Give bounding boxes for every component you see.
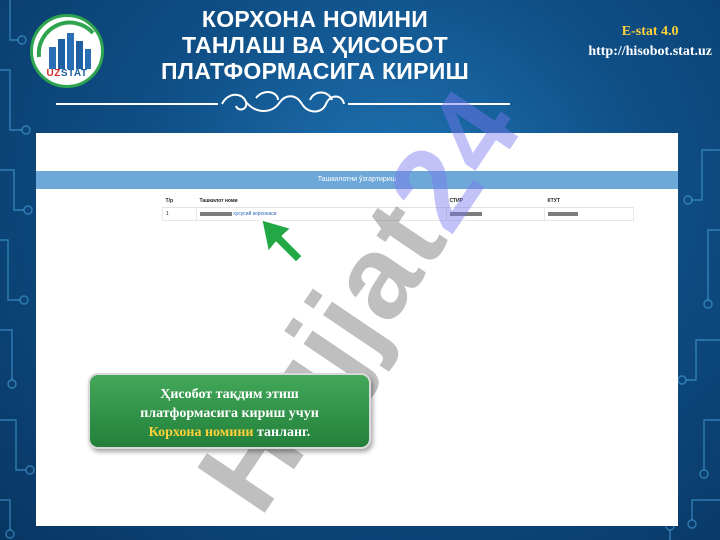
column-header-index: Т/р — [162, 195, 197, 208]
logo-suffix: STAT — [60, 68, 88, 79]
estat-label: E-stat 4.0 http://hisobot.stat.uz — [588, 22, 712, 62]
table-header-row: Т/р Ташкилот номи СТИР КТУТ — [162, 195, 634, 208]
instruction-callout: Ҳисобот тақдим этиш платформасига кириш … — [88, 373, 371, 449]
pointer-arrow-icon — [259, 217, 305, 265]
callout-highlight: Корхона номини — [148, 425, 254, 440]
embedded-screenshot: Ташкилотни ўзгартириш Т/р Ташкилот номи … — [36, 133, 678, 526]
redacted-stir — [450, 211, 482, 216]
organization-table: Т/р Ташкилот номи СТИР КТУТ 1 хусусий ко… — [162, 195, 634, 221]
callout-line-3: Корхона номини танланг. — [90, 423, 369, 442]
logo-prefix: UZ — [46, 68, 61, 79]
callout-line-2: платформасига кириш учун — [140, 406, 319, 421]
slide-title: КОРХОНА НОМИНИ ТАНЛАШ ВА ҲИСОБОТ ПЛАТФОР… — [110, 6, 520, 84]
title-line-3: ПЛАТФОРМАСИГА КИРИШ — [160, 58, 470, 84]
organization-change-header: Ташкилотни ўзгартириш — [36, 171, 678, 189]
table-row[interactable]: 1 хусусий корхонаси — [162, 207, 634, 221]
column-header-ktut: КТУТ — [544, 195, 634, 208]
estat-name: E-stat 4.0 — [621, 24, 679, 39]
column-header-name: Ташкилот номи — [196, 195, 447, 208]
row-index: 1 — [162, 207, 197, 221]
callout-line-1: Ҳисобот тақдим этиш — [160, 387, 299, 402]
row-stir — [446, 207, 545, 221]
title-line-1: КОРХОНА НОМИНИ — [201, 6, 429, 32]
estat-url[interactable]: http://hisobot.stat.uz — [588, 42, 712, 62]
uzstat-logo: UZSTAT — [30, 14, 104, 88]
column-header-stir: СТИР — [446, 195, 545, 208]
title-line-2: ТАНЛАШ ВА ҲИСОБОТ — [182, 32, 448, 58]
row-organization-name[interactable]: хусусий корхонаси — [196, 207, 447, 221]
callout-tail: танланг. — [253, 425, 311, 440]
row-ktut — [544, 207, 634, 221]
redacted-ktut — [548, 211, 578, 216]
ornament-divider — [56, 91, 510, 113]
redacted-name — [200, 211, 232, 216]
